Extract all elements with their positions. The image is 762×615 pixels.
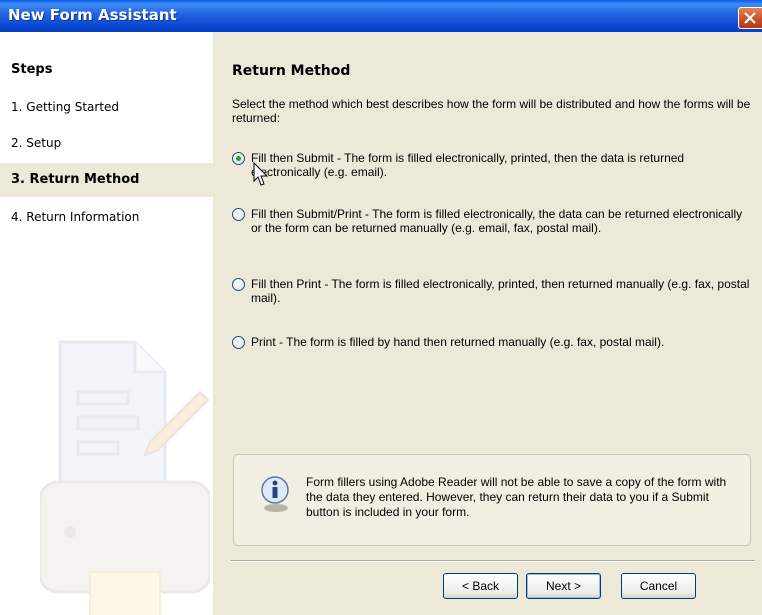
close-icon bbox=[744, 12, 756, 24]
form-watermark-icon bbox=[40, 340, 210, 615]
new-form-assistant-window: New Form Assistant Steps 1. Getting Star… bbox=[0, 0, 762, 615]
page-title: Return Method bbox=[232, 63, 351, 79]
option-label-print: Print - The form is filled by hand then … bbox=[251, 335, 665, 349]
steps-sidebar: Steps 1. Getting Started 2. Setup 3. Ret… bbox=[0, 32, 213, 615]
radio-fill-then-submit-print[interactable] bbox=[232, 208, 245, 221]
option-label-fill-then-submit: Fill then Submit - The form is filled el… bbox=[251, 151, 685, 179]
option-label-fill-then-submit-print: Fill then Submit/Print - The form is fil… bbox=[251, 207, 743, 235]
title-bar[interactable]: New Form Assistant bbox=[0, 0, 762, 32]
radio-fill-then-print[interactable] bbox=[232, 278, 245, 291]
steps-heading: Steps bbox=[11, 62, 53, 77]
step-return-method: 3. Return Method bbox=[0, 163, 213, 197]
info-message: Form fillers using Adobe Reader will not… bbox=[306, 475, 727, 519]
cancel-button[interactable]: Cancel bbox=[621, 573, 696, 599]
description-text: Select the method which best describes h… bbox=[232, 97, 751, 125]
back-button[interactable]: < Back bbox=[443, 573, 518, 599]
close-button[interactable] bbox=[738, 7, 762, 29]
step-setup: 2. Setup bbox=[11, 136, 62, 150]
info-box: Form fillers using Adobe Reader will not… bbox=[233, 454, 751, 546]
info-icon bbox=[261, 476, 289, 512]
footer-separator bbox=[231, 560, 755, 562]
window-title: New Form Assistant bbox=[8, 6, 177, 24]
main-panel: Return Method Select the method which be… bbox=[213, 32, 762, 615]
next-button[interactable]: Next > bbox=[526, 573, 601, 599]
option-label-fill-then-print: Fill then Print - The form is filled ele… bbox=[251, 277, 750, 305]
mouse-cursor-icon bbox=[253, 162, 269, 186]
step-return-information: 4. Return Information bbox=[11, 210, 140, 224]
radio-print[interactable] bbox=[232, 336, 245, 349]
radio-fill-then-submit[interactable] bbox=[232, 152, 245, 165]
step-getting-started: 1. Getting Started bbox=[11, 100, 120, 114]
